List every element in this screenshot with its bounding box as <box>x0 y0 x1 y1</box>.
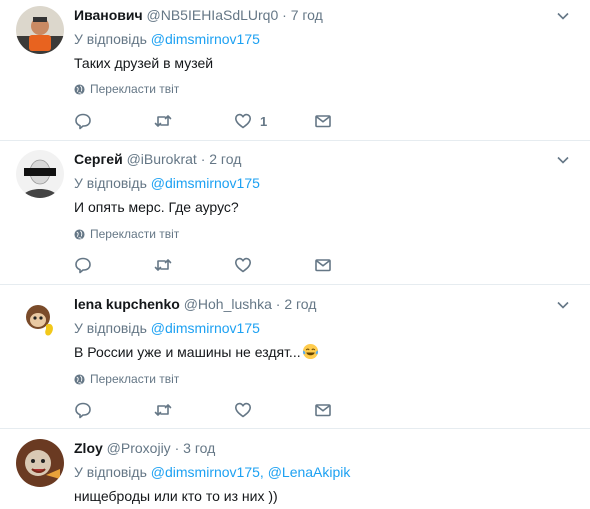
mention-link[interactable]: @dimsmirnov175 <box>151 31 260 47</box>
translate-label[interactable]: Перекласти твіт <box>90 372 179 386</box>
user-handle[interactable]: @Hoh_lushka <box>184 296 272 312</box>
tweet-text: В России уже и машины не ездят... <box>74 343 319 361</box>
like-button[interactable] <box>234 400 252 420</box>
mention-link[interactable]: @dimsmirnov175 <box>151 175 260 191</box>
tweet-text: Таких друзей в музей <box>74 55 214 71</box>
retweet-button[interactable] <box>154 111 172 131</box>
like-icon <box>235 113 251 129</box>
reply-prefix: У відповідь <box>74 320 147 336</box>
tweet[interactable]: lena kupchenko @Hoh_lushka · 2 год У від… <box>0 285 590 428</box>
tweet-text: И опять мерс. Где аурус? <box>74 199 239 215</box>
user-handle[interactable]: @Proxojiy <box>107 440 171 456</box>
separator-dot: · <box>200 151 206 167</box>
separator-dot: · <box>275 296 281 312</box>
user-handle[interactable]: @NB5IEHIaSdLUrq0 <box>147 7 279 23</box>
avatar[interactable] <box>16 439 64 487</box>
chevron-down-icon[interactable] <box>556 298 570 312</box>
reply-context: У відповідь @dimsmirnov175 <box>74 319 260 337</box>
mention-link[interactable]: @dimsmirnov175 <box>151 320 260 336</box>
reply-icon <box>75 113 91 130</box>
direct-message-button[interactable] <box>314 255 332 275</box>
like-button[interactable] <box>234 255 252 275</box>
tweet-header: Иванович @NB5IEHIaSdLUrq0 · 7 год <box>74 6 323 24</box>
like-icon <box>235 402 251 418</box>
direct-message-icon <box>315 115 331 128</box>
tweet-actions: 1 <box>74 111 354 131</box>
chevron-down-icon[interactable] <box>556 9 570 23</box>
reply-icon <box>75 257 91 274</box>
direct-message-button[interactable] <box>314 400 332 420</box>
reply-icon <box>75 402 91 419</box>
translate-label[interactable]: Перекласти твіт <box>90 82 179 96</box>
reply-context: У відповідь @dimsmirnov175 <box>74 30 260 48</box>
timestamp[interactable]: 3 год <box>183 440 215 456</box>
retweet-button[interactable] <box>154 400 172 420</box>
reply-button[interactable] <box>74 400 92 420</box>
retweet-icon <box>154 404 172 416</box>
tweet[interactable]: Иванович @NB5IEHIaSdLUrq0 · 7 год У відп… <box>0 0 590 140</box>
direct-message-icon <box>315 404 331 417</box>
globe-icon <box>74 228 85 240</box>
reply-button[interactable] <box>74 255 92 275</box>
mention-link[interactable]: @LenaAkipik <box>268 464 351 480</box>
tweet-header: Zloy @Proxojiy · 3 год <box>74 439 215 457</box>
timestamp[interactable]: 2 год <box>284 296 316 312</box>
avatar[interactable] <box>16 150 64 198</box>
separator-dot: · <box>174 440 180 456</box>
reply-prefix: У відповідь <box>74 464 147 480</box>
like-icon <box>235 257 251 273</box>
retweet-icon <box>154 259 172 271</box>
globe-icon <box>74 373 85 385</box>
retweet-button[interactable] <box>154 255 172 275</box>
translate-tweet-link[interactable]: Перекласти твіт <box>74 227 179 241</box>
tweet[interactable]: Zloy @Proxojiy · 3 год У відповідь @dims… <box>0 429 590 509</box>
display-name[interactable]: Сергей <box>74 151 123 167</box>
tweet-header: Сергей @iBurokrat · 2 год <box>74 150 241 168</box>
reply-prefix: У відповідь <box>74 175 147 191</box>
tweet-header: lena kupchenko @Hoh_lushka · 2 год <box>74 295 316 313</box>
like-button[interactable]: 1 <box>234 111 267 131</box>
direct-message-icon <box>315 259 331 272</box>
display-name[interactable]: lena kupchenko <box>74 296 180 312</box>
tweet-actions <box>74 255 354 275</box>
face-with-tears-of-joy-icon <box>302 343 318 360</box>
reply-context: У відповідь @dimsmirnov175, @LenaAkipik <box>74 463 350 481</box>
avatar[interactable] <box>16 295 64 343</box>
timestamp[interactable]: 7 год <box>291 7 323 23</box>
user-handle[interactable]: @iBurokrat <box>127 151 197 167</box>
like-count: 1 <box>260 113 268 129</box>
translate-tweet-link[interactable]: Перекласти твіт <box>74 372 179 386</box>
avatar[interactable] <box>16 6 64 54</box>
chevron-down-icon[interactable] <box>556 153 570 167</box>
retweet-icon <box>154 115 172 127</box>
translate-tweet-link[interactable]: Перекласти твіт <box>74 82 179 96</box>
timestamp[interactable]: 2 год <box>209 151 241 167</box>
reply-context: У відповідь @dimsmirnov175 <box>74 174 260 192</box>
tweet[interactable]: Сергей @iBurokrat · 2 год У відповідь @d… <box>0 141 590 284</box>
mention-link[interactable]: @dimsmirnov175, <box>151 464 264 480</box>
translate-label[interactable]: Перекласти твіт <box>90 227 179 241</box>
direct-message-button[interactable] <box>314 111 332 131</box>
reply-button[interactable] <box>74 111 92 131</box>
globe-icon <box>74 83 85 95</box>
tweet-text-content: В России уже и машины не ездят... <box>74 344 301 360</box>
tweet-text: нищеброды или кто то из них )) <box>74 488 278 504</box>
display-name[interactable]: Zloy <box>74 440 103 456</box>
reply-prefix: У відповідь <box>74 31 147 47</box>
separator-dot: · <box>282 7 287 23</box>
display-name[interactable]: Иванович <box>74 7 143 23</box>
tweet-actions <box>74 400 354 420</box>
